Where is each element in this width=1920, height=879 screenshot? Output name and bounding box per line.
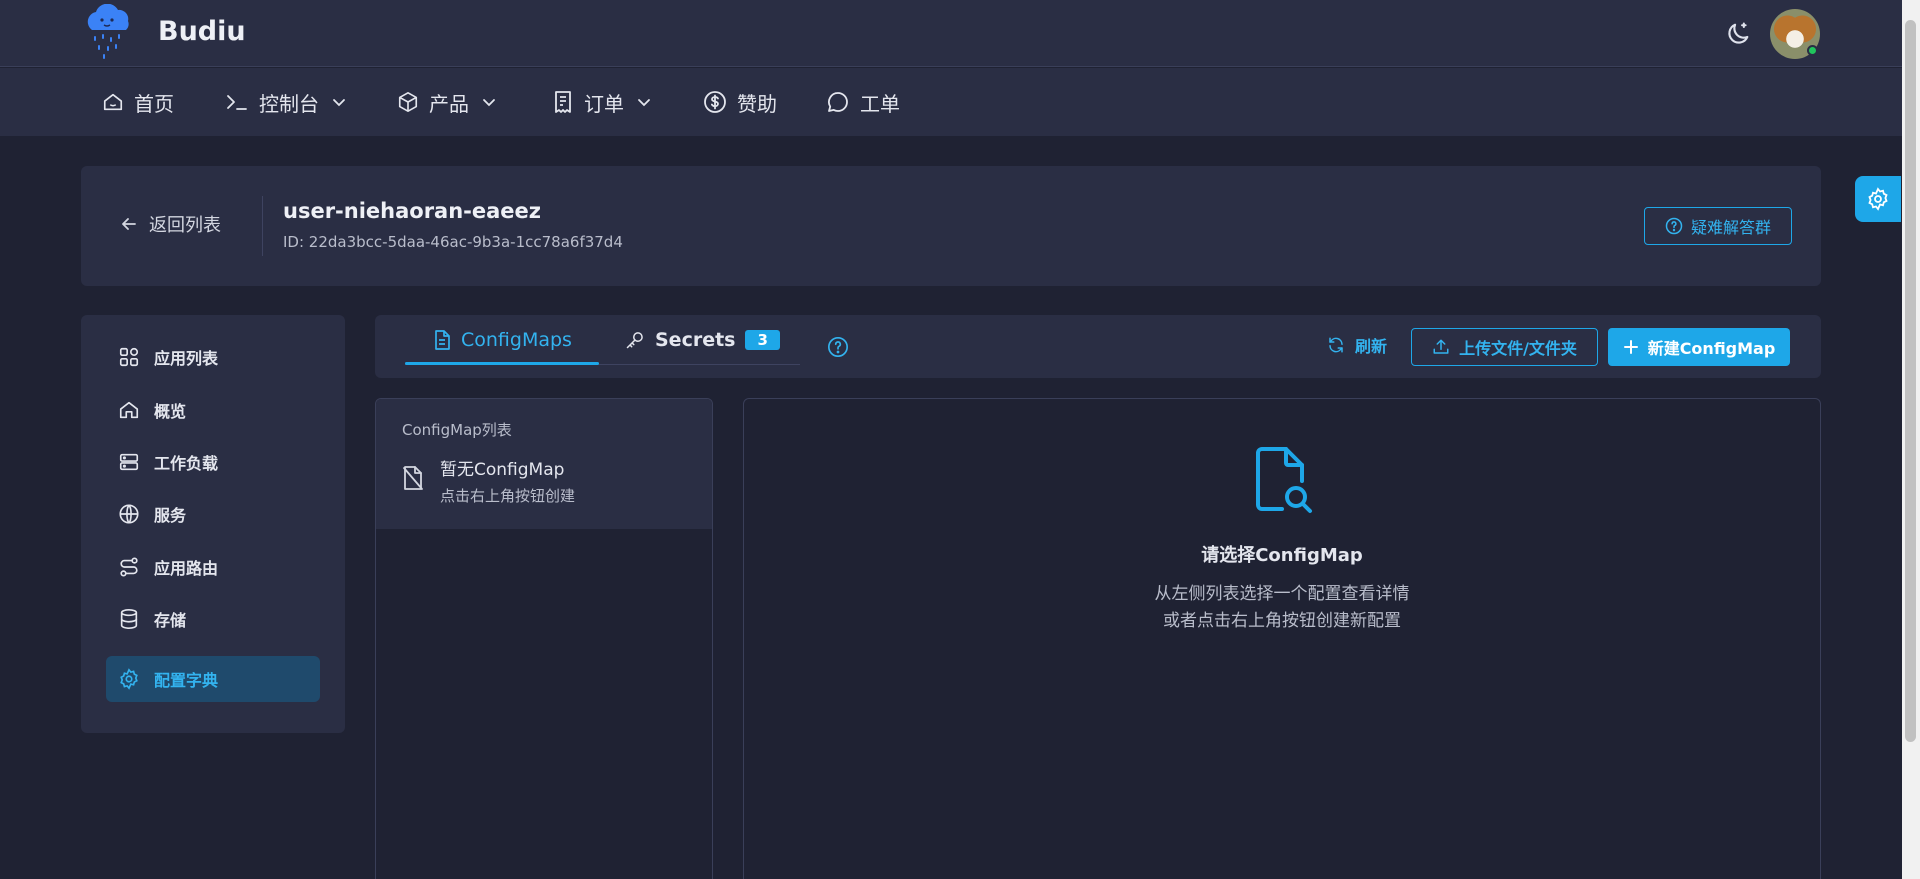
document-icon <box>433 330 451 350</box>
nav-item-sponsor[interactable]: 赞助 <box>703 68 777 136</box>
terminal-icon <box>225 91 249 113</box>
online-status-dot <box>1807 45 1818 56</box>
refresh-label: 刷新 <box>1355 337 1388 356</box>
create-configmap-button[interactable]: 新建ConfigMap <box>1608 328 1790 366</box>
nav-item-label: 赞助 <box>737 91 777 116</box>
gear-icon <box>1866 187 1890 211</box>
sidebar-item-label: 服务 <box>154 506 187 525</box>
nav-item-label: 订单 <box>584 91 624 116</box>
nav-item-label: 产品 <box>429 91 469 116</box>
sidebar-item-label: 应用路由 <box>154 559 219 578</box>
home-icon <box>118 399 140 421</box>
tab-label: Secrets <box>655 329 736 351</box>
secrets-count-badge: 3 <box>745 330 780 350</box>
sidebar-item-routes[interactable]: 应用路由 <box>106 544 320 590</box>
arrow-left-icon <box>121 216 137 232</box>
help-group-button[interactable]: 疑难解答群 <box>1644 207 1792 245</box>
chat-icon <box>826 90 850 114</box>
nav-item-home[interactable]: 首页 <box>102 68 174 136</box>
upload-button[interactable]: 上传文件/文件夹 <box>1411 328 1598 366</box>
nav-item-tickets[interactable]: 工单 <box>826 68 900 136</box>
app-header-card: 返回列表 user-niehaoran-eaeez ID: 22da3bcc-5… <box>81 166 1821 286</box>
nav-item-products[interactable]: 产品 <box>397 68 497 136</box>
sidebar-item-label: 概览 <box>154 402 187 421</box>
file-off-icon <box>402 465 424 491</box>
header-divider <box>262 196 263 256</box>
file-search-icon <box>1252 445 1318 515</box>
apps-icon <box>118 346 140 368</box>
back-label: 返回列表 <box>149 215 221 236</box>
sidebar-item-label: 配置字典 <box>154 671 219 690</box>
question-circle-icon[interactable] <box>827 336 849 358</box>
gear-icon <box>118 668 140 690</box>
key-icon <box>625 330 645 350</box>
plus-icon <box>1623 339 1639 355</box>
tab-secrets[interactable]: Secrets 3 <box>625 315 780 365</box>
tabs-bar: ConfigMaps Secrets 3 刷新 上传文件/文件夹 新建Confi… <box>375 315 1821 378</box>
configmap-detail-panel: 请选择ConfigMap 从左侧列表选择一个配置查看详情 或者点击右上角按钮创建… <box>743 398 1821 879</box>
create-label: 新建ConfigMap <box>1647 339 1776 358</box>
nav-item-label: 首页 <box>134 91 174 116</box>
dollar-icon <box>703 90 727 114</box>
home-icon <box>102 91 124 113</box>
sidebar-item-apps[interactable]: 应用列表 <box>106 334 320 380</box>
configmap-list-panel: ConfigMap列表 暂无ConfigMap 点击右上角按钮创建 <box>375 398 713 879</box>
detail-hint-line-2: 或者点击右上角按钮创建新配置 <box>1163 611 1401 631</box>
database-icon <box>118 608 140 630</box>
sidebar: 应用列表 概览 工作负载 服务 应用路由 存储 配置字典 <box>81 315 345 733</box>
chevron-down-icon <box>481 94 497 110</box>
nav-item-label: 控制台 <box>259 91 319 116</box>
nav-item-label: 工单 <box>860 91 900 116</box>
refresh-icon <box>1327 336 1345 354</box>
server-icon <box>118 451 140 473</box>
tab-label: ConfigMaps <box>461 329 572 351</box>
moon-icon[interactable] <box>1724 20 1752 48</box>
app-name: user-niehaoran-eaeez <box>283 199 542 223</box>
tab-active-indicator <box>405 362 599 365</box>
sidebar-item-overview[interactable]: 概览 <box>106 387 320 433</box>
receipt-icon <box>552 90 574 114</box>
empty-list-title: 暂无ConfigMap <box>440 460 565 480</box>
brand-name[interactable]: Budiu <box>158 16 246 47</box>
nav-item-orders[interactable]: 订单 <box>552 68 652 136</box>
top-bar: Budiu <box>0 0 1902 67</box>
scrollbar-thumb[interactable] <box>1905 20 1916 742</box>
route-icon <box>118 556 140 578</box>
cube-icon <box>397 91 419 113</box>
sidebar-item-label: 应用列表 <box>154 349 219 368</box>
sidebar-item-services[interactable]: 服务 <box>106 491 320 537</box>
main-nav: 首页 控制台 产品 订单 赞助 工单 <box>0 68 1902 136</box>
list-title: ConfigMap列表 <box>402 421 512 439</box>
empty-list-item: 暂无ConfigMap 点击右上角按钮创建 <box>402 459 575 506</box>
sidebar-item-label: 存储 <box>154 611 187 630</box>
question-circle-icon <box>1665 217 1683 235</box>
refresh-button[interactable]: 刷新 <box>1327 333 1387 357</box>
nav-item-console[interactable]: 控制台 <box>225 68 347 136</box>
help-label: 疑难解答群 <box>1690 218 1771 237</box>
chevron-down-icon <box>636 94 652 110</box>
chevron-down-icon <box>331 94 347 110</box>
empty-list-subtitle: 点击右上角按钮创建 <box>440 487 576 505</box>
sidebar-item-workloads[interactable]: 工作负载 <box>106 439 320 485</box>
detail-title: 请选择ConfigMap <box>1201 545 1363 566</box>
tab-configmaps[interactable]: ConfigMaps <box>433 315 572 365</box>
back-to-list-button[interactable]: 返回列表 <box>121 211 221 237</box>
cloud-logo-icon[interactable] <box>80 4 136 62</box>
upload-label: 上传文件/文件夹 <box>1459 339 1577 358</box>
sidebar-item-storage[interactable]: 存储 <box>106 596 320 642</box>
configmap-list-header: ConfigMap列表 暂无ConfigMap 点击右上角按钮创建 <box>376 399 712 529</box>
floating-settings-button[interactable] <box>1855 176 1901 222</box>
app-id: ID: 22da3bcc-5daa-46ac-9b3a-1cc78a6f37d4 <box>283 233 623 251</box>
globe-icon <box>118 503 140 525</box>
sidebar-item-label: 工作负载 <box>154 454 219 473</box>
detail-hint-line-1: 从左侧列表选择一个配置查看详情 <box>1154 584 1410 604</box>
sidebar-item-configmaps[interactable]: 配置字典 <box>106 656 320 702</box>
upload-icon <box>1432 338 1450 356</box>
